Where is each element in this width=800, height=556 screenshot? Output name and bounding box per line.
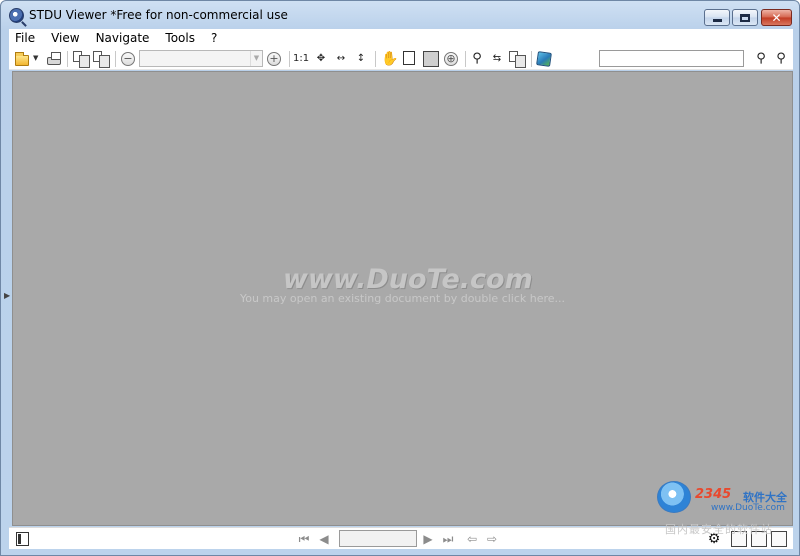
rotate-left-icon[interactable] [73,51,90,68]
menu-file[interactable]: File [9,29,43,48]
find-next-icon[interactable]: ⚲ [773,51,789,67]
menu-help[interactable]: ? [203,29,225,48]
minimize-icon [712,19,722,22]
zoom-combo[interactable]: ▼ [139,50,263,67]
open-dropdown-arrow-icon[interactable]: ▼ [33,54,39,70]
chevron-down-icon[interactable]: ▼ [250,51,262,66]
brand-slogan: 国内最安全的软件站 [665,523,773,536]
zoom-out-icon[interactable]: − [121,52,135,66]
search-input[interactable] [599,50,744,67]
maximize-button[interactable] [732,9,758,26]
site-branding: 2345 软件大全 www.DuoTe.com 国内最安全的软件站 [651,481,800,541]
fit-height-icon[interactable]: ↕ [353,51,369,67]
toolbar-separator [375,51,376,67]
zoom-tool-icon[interactable]: ⊕ [444,52,458,66]
rotate-right-icon[interactable] [93,51,110,68]
last-page-icon[interactable]: ⏭ [441,532,455,546]
next-page-icon[interactable]: ▶ [421,532,435,546]
toolbar-separator [465,51,466,67]
window-title: STDU Viewer *Free for non-commercial use [29,8,288,22]
close-icon: ✕ [771,10,782,25]
toolbar-separator [115,51,116,67]
toolbar-separator [531,51,532,67]
watermark-text: www.DuoTe.com [283,264,533,295]
menu-navigate[interactable]: Navigate [88,29,158,48]
toolbar-separator [67,51,68,67]
toolbar: ▼ − ▼ + 1:1 ✥ ↔ ↕ ✋ ⊕ ⚲ ⇆ ⚲ ⚲ [9,48,793,70]
toolbar-separator [289,51,290,67]
open-folder-icon[interactable] [15,52,29,66]
menu-bar: File View Navigate Tools ? [9,29,793,48]
cube-icon[interactable] [536,51,552,67]
close-button[interactable]: ✕ [761,9,792,26]
fit-width-icon[interactable]: ↔ [333,51,349,67]
find-previous-icon[interactable]: ⚲ [753,51,769,67]
app-logo-icon [9,8,24,23]
mascot-logo-icon [657,481,691,513]
title-bar[interactable]: STDU Viewer *Free for non-commercial use… [1,1,799,29]
side-panel-handle[interactable]: ▶ [4,291,10,305]
brand-number: 2345 [695,487,732,502]
panel-toggle-icon[interactable] [16,532,29,546]
replace-icon[interactable]: ⇆ [489,51,505,67]
print-icon[interactable] [47,52,61,65]
forward-icon[interactable]: ⇨ [485,532,499,546]
minimize-button[interactable] [704,9,730,26]
text-select-icon[interactable] [403,51,415,65]
snapshot-icon[interactable] [423,51,439,67]
app-window: STDU Viewer *Free for non-commercial use… [0,0,800,556]
zoom-in-icon[interactable]: + [267,52,281,66]
menu-view[interactable]: View [43,29,87,48]
maximize-icon [740,13,750,22]
first-page-icon[interactable]: ⏮ [297,532,311,546]
actual-size-icon[interactable]: 1:1 [293,51,309,67]
copy-icon[interactable] [509,51,526,68]
previous-page-icon[interactable]: ◀ [317,532,331,546]
hand-tool-icon[interactable]: ✋ [381,51,398,67]
find-icon[interactable]: ⚲ [469,51,485,67]
fit-page-icon[interactable]: ✥ [313,51,329,67]
document-viewport[interactable]: www.DuoTe.com You may open an existing d… [12,71,793,526]
back-icon[interactable]: ⇦ [465,532,479,546]
page-number-input[interactable] [339,530,417,547]
menu-tools[interactable]: Tools [157,29,203,48]
open-document-hint: You may open an existing document by dou… [239,292,566,305]
brand-url: www.DuoTe.com [711,503,785,513]
